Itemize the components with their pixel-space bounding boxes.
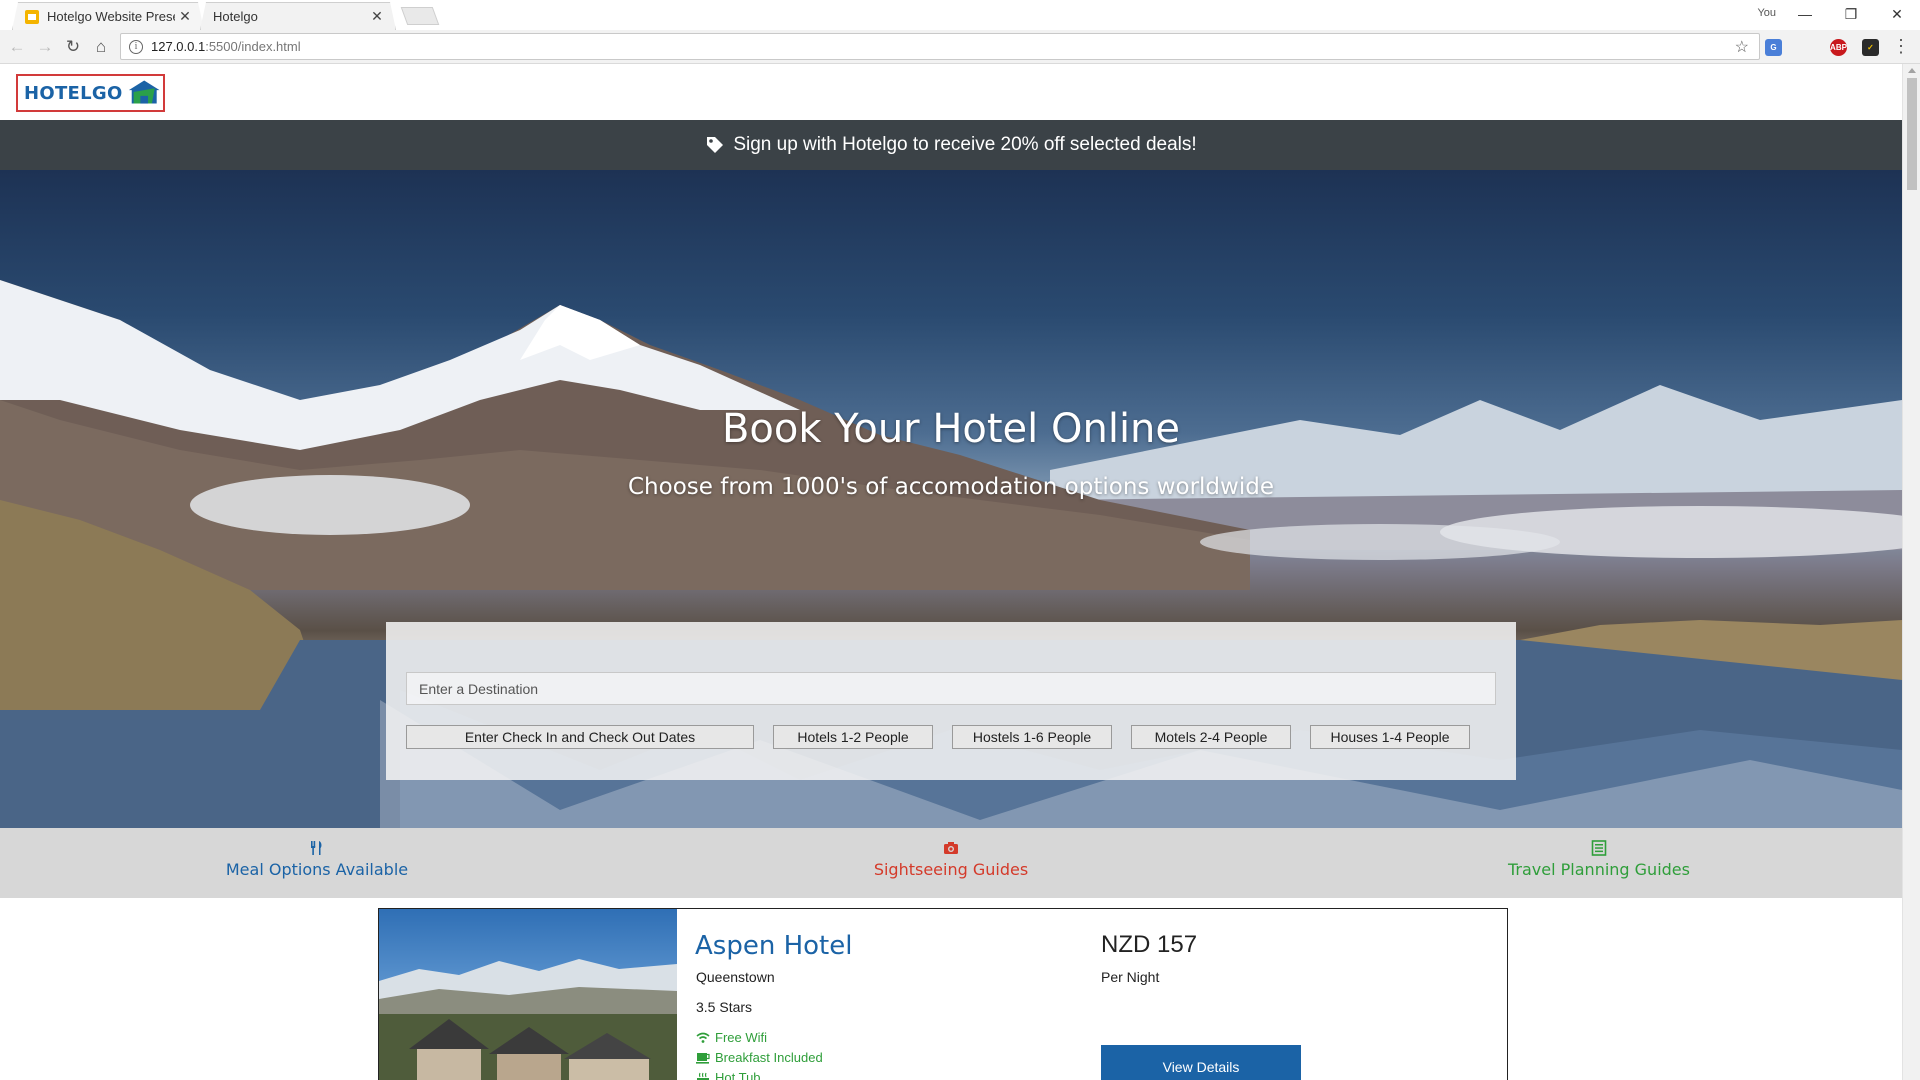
hot-tub-icon: [697, 1072, 709, 1080]
site-header: HOTELGO: [0, 64, 1902, 120]
hero-section: Book Your Hotel Online Choose from 1000'…: [0, 170, 1902, 828]
logo-text: HOTELGO: [24, 82, 123, 104]
hero-subtitle: Choose from 1000's of accomodation optio…: [628, 474, 1274, 500]
home-icon[interactable]: ⌂: [90, 36, 112, 58]
feature-label: Sightseeing Guides: [873, 860, 1029, 879]
site-logo[interactable]: HOTELGO: [16, 74, 165, 112]
amenity-label: Free Wifi: [715, 1030, 767, 1045]
amenity-hot-tub: Hot Tub: [696, 1070, 761, 1080]
house-logo-icon: [128, 80, 160, 104]
feature-sightseeing[interactable]: Sightseeing Guides: [751, 840, 1151, 879]
hotel-price: NZD 157: [1101, 931, 1198, 958]
feature-label: Travel Planning Guides: [1508, 860, 1690, 879]
url-host: 127.0.0.1: [151, 39, 206, 54]
filter-hotels-button[interactable]: Hotels 1-2 People: [773, 725, 933, 749]
scrollbar-thumb[interactable]: [1907, 78, 1917, 190]
hotel-photo[interactable]: [379, 909, 677, 1080]
scroll-up-arrow-icon[interactable]: [1908, 68, 1916, 73]
bookmark-star-icon[interactable]: ☆: [1735, 37, 1749, 57]
search-panel: Enter Check In and Check Out Dates Hotel…: [386, 622, 1516, 780]
extension-check-icon[interactable]: ✓: [1862, 39, 1879, 56]
new-tab-button[interactable]: [400, 7, 440, 25]
tag-icon: [707, 137, 724, 153]
forward-icon[interactable]: →: [34, 36, 56, 58]
filter-houses-button[interactable]: Houses 1-4 People: [1310, 725, 1470, 749]
adblock-extension-icon[interactable]: ABP: [1830, 39, 1847, 56]
browser-menu-icon[interactable]: ⋮: [1892, 36, 1910, 57]
tab-hotelgo[interactable]: Hotelgo ✕: [200, 2, 396, 30]
features-bar: Meal Options Available Sightseeing Guide…: [0, 828, 1902, 898]
price-unit: Per Night: [1101, 969, 1160, 985]
dates-button[interactable]: Enter Check In and Check Out Dates: [406, 725, 754, 749]
hero-title: Book Your Hotel Online: [721, 406, 1181, 452]
tab-presentation[interactable]: Hotelgo Website Present ✕: [12, 2, 204, 30]
url-path: :5500/index.html: [205, 39, 301, 54]
amenity-label: Hot Tub: [715, 1070, 761, 1080]
coffee-icon: [696, 1052, 710, 1064]
web-page: HOTELGO Sign up with Hotelgo to receive …: [0, 64, 1902, 1080]
browser-toolbar: ← → ↻ ⌂ i 127.0.0.1:5500/index.html ☆ G …: [0, 30, 1920, 64]
address-bar[interactable]: i 127.0.0.1:5500/index.html ☆: [120, 33, 1760, 60]
close-icon[interactable]: ✕: [367, 8, 387, 25]
hotel-name[interactable]: Aspen Hotel: [695, 931, 852, 961]
feature-travel-planning[interactable]: Travel Planning Guides: [1399, 840, 1799, 879]
hotel-rating: 3.5 Stars: [696, 999, 753, 1015]
camera-icon: [944, 842, 958, 854]
slides-icon: [25, 10, 39, 24]
close-window-icon[interactable]: ✕: [1874, 0, 1920, 28]
profile-label[interactable]: You: [1757, 7, 1776, 19]
view-details-button[interactable]: View Details: [1101, 1045, 1301, 1080]
promo-banner: Sign up with Hotelgo to receive 20% off …: [0, 120, 1902, 170]
feature-meal-options[interactable]: Meal Options Available: [117, 840, 517, 879]
wifi-icon: [696, 1032, 710, 1043]
hotel-card: Aspen Hotel Queenstown 3.5 Stars Free Wi…: [378, 908, 1508, 1080]
reload-icon[interactable]: ↻: [62, 36, 84, 58]
destination-input[interactable]: [406, 672, 1496, 705]
filter-motels-button[interactable]: Motels 2-4 People: [1131, 725, 1291, 749]
page-scrollbar[interactable]: [1902, 64, 1920, 1080]
amenity-label: Breakfast Included: [715, 1050, 823, 1065]
close-icon[interactable]: ✕: [175, 8, 195, 25]
browser-tabstrip: Hotelgo Website Present ✕ Hotelgo ✕ You …: [0, 0, 1920, 30]
amenity-breakfast: Breakfast Included: [696, 1050, 823, 1065]
restore-icon[interactable]: ❐: [1828, 0, 1874, 28]
translate-extension-icon[interactable]: G: [1765, 39, 1782, 56]
hotel-location: Queenstown: [696, 969, 775, 985]
tab-title: Hotelgo: [213, 9, 258, 24]
tab-title: Hotelgo Website Present: [47, 9, 173, 24]
list-icon: [1591, 840, 1607, 856]
info-icon[interactable]: i: [129, 39, 143, 54]
utensils-icon: [311, 841, 322, 855]
back-icon[interactable]: ←: [6, 36, 28, 58]
feature-label: Meal Options Available: [225, 860, 409, 879]
promo-text: Sign up with Hotelgo to receive 20% off …: [733, 134, 1197, 155]
minimize-icon[interactable]: —: [1782, 0, 1828, 28]
hotel-photo-illustration: [379, 959, 677, 1080]
filter-hostels-button[interactable]: Hostels 1-6 People: [952, 725, 1112, 749]
amenity-wifi: Free Wifi: [696, 1030, 767, 1045]
